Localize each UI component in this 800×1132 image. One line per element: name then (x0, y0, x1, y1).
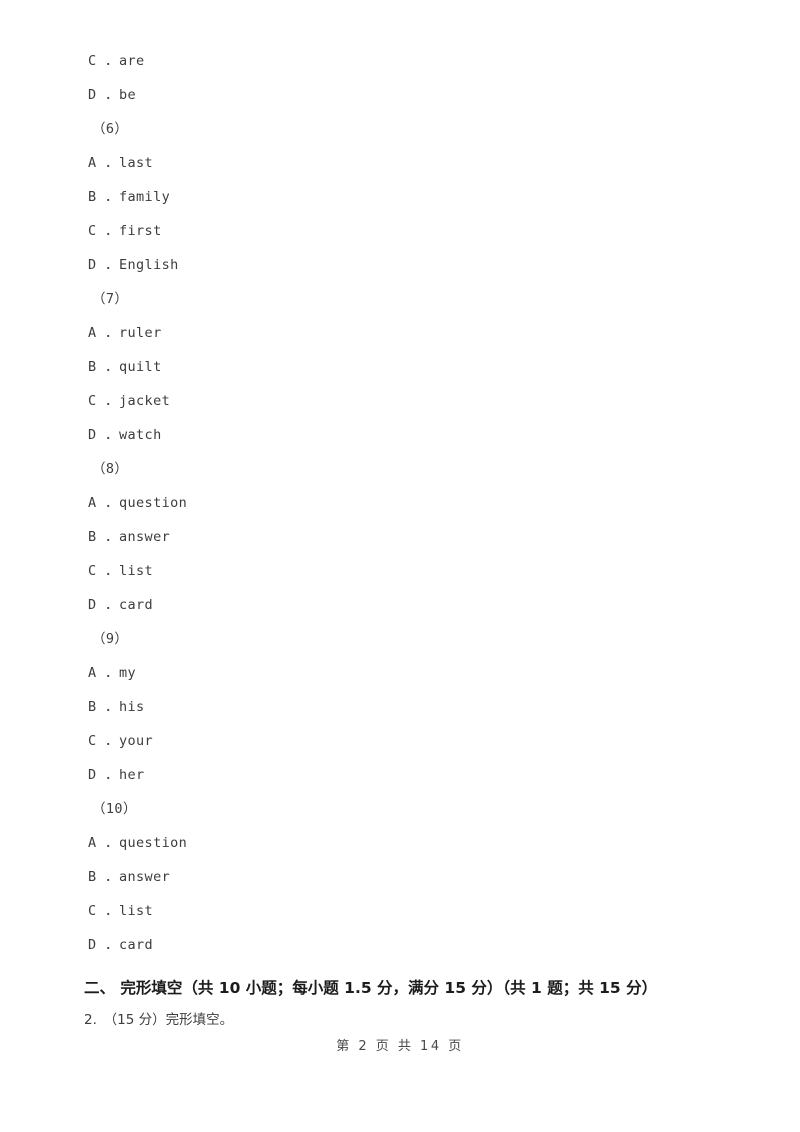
answer-option: C ．list (88, 903, 154, 919)
question-number: （10） (92, 801, 137, 817)
sub-question-item: 2. （15 分）完形填空。 (84, 1012, 234, 1028)
answer-option: C ．first (88, 223, 162, 239)
answer-option: B ．family (88, 189, 171, 205)
question-number: （9） (92, 631, 129, 647)
answer-option: D ．her (88, 767, 145, 783)
page-footer: 第 2 页 共 14 页 (336, 1039, 464, 1054)
answer-option: B ．quilt (88, 359, 162, 375)
answer-option: D ．be (88, 87, 137, 103)
question-list: C ．are D ．be （6） A ．last B ．family C ．first D … (0, 44, 800, 962)
answer-option: B ．answer (88, 869, 171, 885)
answer-option: A ．question (88, 835, 188, 851)
answer-option: D ．card (88, 597, 154, 613)
answer-option: B ．answer (88, 529, 171, 545)
answer-option: C ．list (88, 563, 154, 579)
answer-option: D ．card (88, 937, 154, 953)
document-page: C ．are D ．be （6） A ．last B ．family C ．first D … (0, 0, 800, 1132)
answer-option: C ．jacket (88, 393, 171, 409)
answer-option: C ．your (88, 733, 154, 749)
answer-option: A ．question (88, 495, 188, 511)
answer-option: A ．last (88, 155, 154, 171)
question-number: （6） (92, 121, 129, 137)
question-number: （8） (92, 461, 129, 477)
answer-option: C ．are (88, 53, 145, 69)
answer-option: A ．ruler (88, 325, 162, 341)
section-heading: 二、 完形填空（共 10 小题；每小题 1.5 分，满分 15 分）（共 1 题… (84, 979, 658, 997)
answer-option: D ．watch (88, 427, 162, 443)
answer-option: D ．English (88, 257, 179, 273)
question-number: （7） (92, 291, 129, 307)
answer-option: A ．my (88, 665, 137, 681)
answer-option: B ．his (88, 699, 145, 715)
